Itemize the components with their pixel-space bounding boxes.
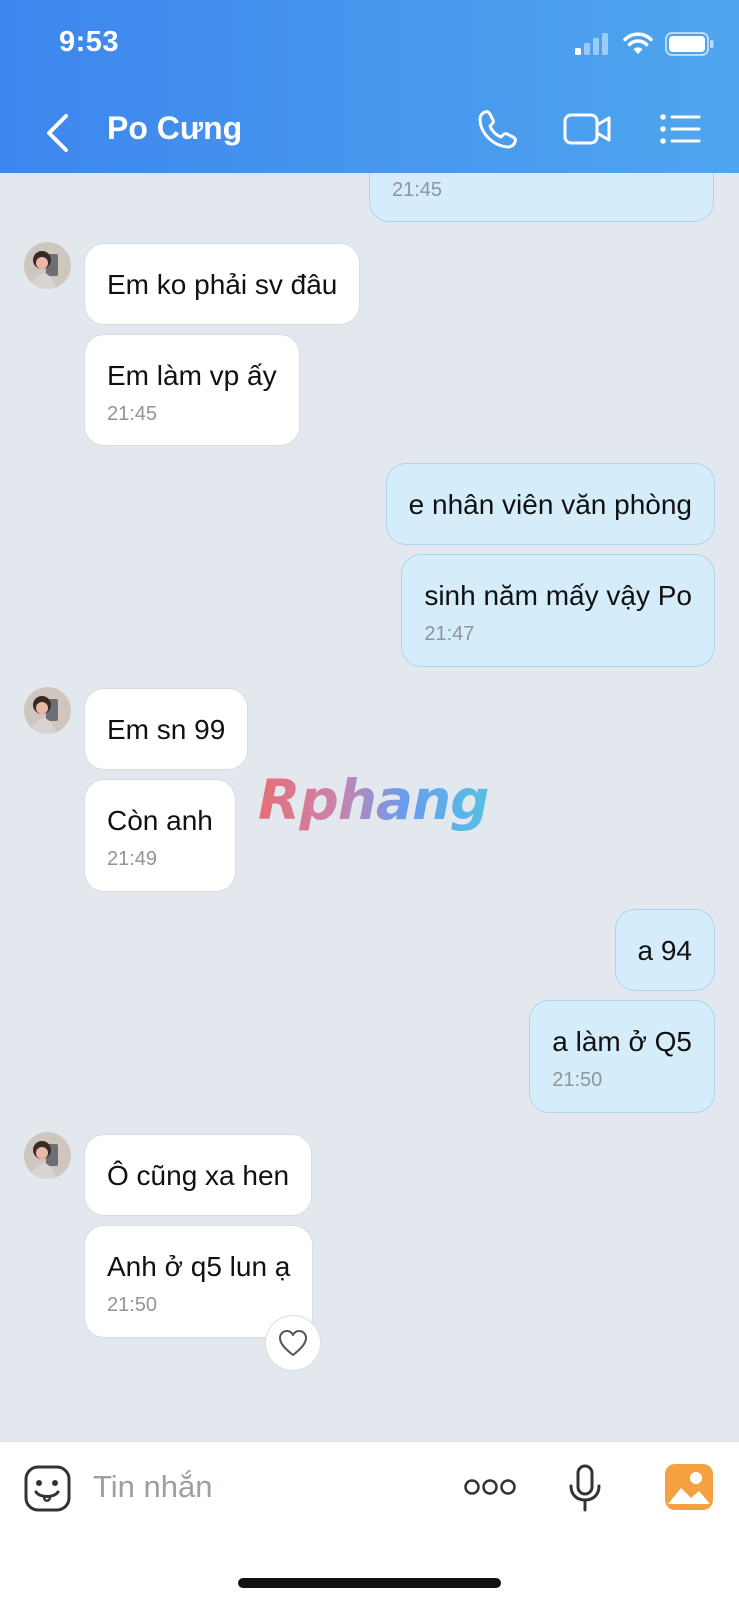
message-text: Em sn 99 bbox=[107, 714, 226, 745]
message-text: Em ko phải sv đâu bbox=[107, 269, 338, 300]
status-time: 9:53 bbox=[59, 26, 120, 58]
message-bubble-outgoing[interactable]: a 94 bbox=[614, 909, 715, 991]
message-time: 21:47 bbox=[424, 623, 475, 645]
message-text: a 94 bbox=[637, 935, 693, 966]
more-icon[interactable] bbox=[464, 1477, 516, 1497]
reaction-button[interactable] bbox=[265, 1315, 321, 1371]
message-bubble-incoming[interactable]: Ô cũng xa hen bbox=[84, 1134, 313, 1216]
home-indicator bbox=[238, 1578, 501, 1588]
message-bubble-incoming[interactable]: Em làm vp ấy 21:45 bbox=[84, 334, 300, 446]
message-bubble-incoming[interactable]: Em ko phải sv đâu bbox=[84, 243, 361, 325]
watermark-logo: Rphang bbox=[258, 768, 490, 832]
message-text: sinh năm mấy vậy Po bbox=[424, 580, 692, 611]
message-bubble-outgoing[interactable]: sinh năm mấy vậy Po 21:47 bbox=[401, 554, 715, 667]
message-input[interactable]: Tin nhắn bbox=[93, 1469, 213, 1505]
video-call-icon[interactable] bbox=[563, 108, 613, 150]
message-text: Anh ở q5 lun ạ bbox=[107, 1251, 291, 1282]
status-icons bbox=[575, 32, 715, 56]
avatar[interactable] bbox=[24, 242, 71, 289]
message-text: e nhân viên văn phòng bbox=[408, 489, 692, 520]
message-text: Ô cũng xa hen bbox=[107, 1160, 290, 1191]
message-time: 21:50 bbox=[107, 1294, 158, 1316]
message-composer: Tin nhắn bbox=[0, 1441, 739, 1600]
microphone-icon[interactable] bbox=[568, 1464, 602, 1514]
chat-header: 9:53 Po Cưng bbox=[0, 0, 739, 173]
battery-icon bbox=[665, 32, 714, 56]
message-text: Còn anh bbox=[107, 805, 213, 836]
message-time: 21:50 bbox=[552, 1069, 603, 1091]
chat-title[interactable]: Po Cưng bbox=[107, 110, 242, 147]
message-bubble-outgoing[interactable]: e nhân viên văn phòng bbox=[385, 463, 715, 545]
message-time: 21:49 bbox=[107, 848, 158, 870]
message-text: Em làm vp ấy bbox=[107, 360, 277, 391]
menu-list-icon[interactable] bbox=[659, 108, 701, 150]
avatar[interactable] bbox=[24, 687, 71, 734]
image-icon[interactable] bbox=[665, 1464, 713, 1510]
message-bubble-incoming[interactable]: Em sn 99 bbox=[84, 688, 249, 770]
message-text: a làm ở Q5 bbox=[552, 1026, 692, 1057]
message-time: 21:45 bbox=[392, 179, 443, 201]
message-time: 21:45 bbox=[107, 403, 158, 425]
message-bubble-outgoing[interactable]: a làm ở Q5 21:50 bbox=[529, 1000, 715, 1113]
heart-icon bbox=[279, 1330, 307, 1356]
sticker-icon[interactable] bbox=[24, 1465, 71, 1512]
phone-icon[interactable] bbox=[476, 108, 518, 150]
avatar[interactable] bbox=[24, 1132, 71, 1179]
message-bubble-incoming[interactable]: Còn anh 21:49 bbox=[84, 779, 236, 892]
signal-icon bbox=[575, 33, 608, 55]
wifi-icon bbox=[623, 32, 653, 54]
back-icon[interactable] bbox=[40, 108, 80, 158]
